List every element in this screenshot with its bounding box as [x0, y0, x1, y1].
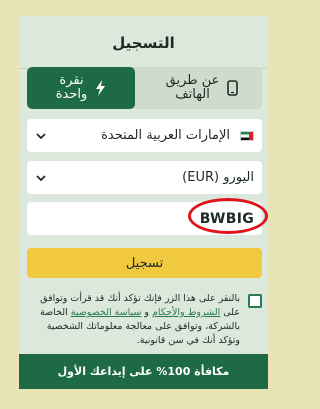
- consent-text: بالنقر على هذا الزر فإنك تؤكد أنك قد قرأ…: [27, 292, 240, 348]
- tab-by-phone[interactable]: عن طريق الهاتف: [142, 67, 262, 109]
- tab-by-phone-label: عن طريق الهاتف: [165, 73, 220, 102]
- privacy-link[interactable]: سياسة الخصوصية: [71, 307, 142, 318]
- chevron-down-icon: [36, 174, 46, 181]
- tab-one-click[interactable]: نقرة واحدة: [27, 67, 135, 109]
- phone-icon: [227, 80, 239, 96]
- chevron-down-icon: [36, 132, 46, 139]
- uae-flag-icon: [240, 130, 254, 141]
- lightning-icon: [96, 80, 106, 96]
- registration-method-tabs: عن طريق الهاتف نقرة واحدة: [27, 67, 262, 109]
- page-title: التسجيل: [112, 34, 175, 52]
- country-value: الإمارات العربية المتحدة: [101, 128, 230, 143]
- register-button[interactable]: تسجيل: [27, 248, 262, 278]
- consent-checkbox[interactable]: [248, 294, 262, 308]
- currency-select[interactable]: اليورو (EUR): [27, 161, 262, 194]
- country-select[interactable]: الإمارات العربية المتحدة: [27, 119, 262, 152]
- currency-value: اليورو (EUR): [182, 170, 254, 185]
- promo-highlight-circle: [188, 198, 268, 234]
- tab-one-click-label: نقرة واحدة: [55, 73, 88, 102]
- bonus-banner: مكافأة 100% على إيداعك الأول: [19, 354, 268, 389]
- terms-link[interactable]: الشروط والأحكام: [152, 307, 220, 318]
- consent-row: بالنقر على هذا الزر فإنك تؤكد أنك قد قرأ…: [27, 292, 262, 348]
- consent-part2: و: [141, 307, 153, 318]
